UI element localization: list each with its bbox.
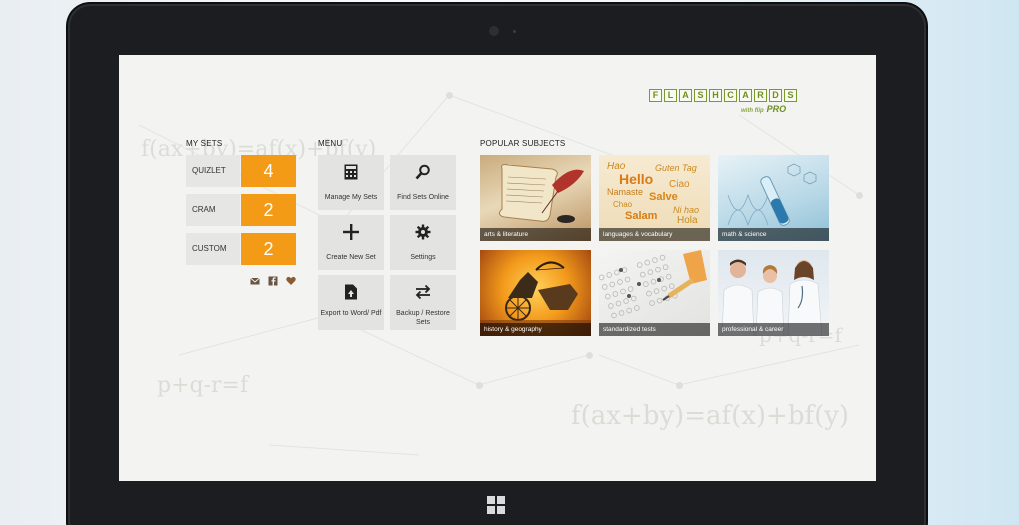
export-word-pdf-button[interactable]: Export to Word/ Pdf bbox=[318, 275, 384, 330]
language-word: Ni hao bbox=[673, 205, 700, 215]
menu-title: MENU bbox=[318, 139, 343, 148]
logo-letter: A bbox=[679, 89, 692, 102]
tile-label: Settings bbox=[410, 254, 436, 261]
subject-caption: languages & vocabulary bbox=[599, 228, 710, 241]
flashcards-logo: F L A S H C A R D S with flip PRO bbox=[649, 89, 797, 114]
subject-tile-arts[interactable]: arts & literature bbox=[480, 155, 591, 241]
tile-label: Manage My Sets bbox=[324, 194, 378, 201]
subject-caption: professional & career bbox=[718, 323, 829, 336]
subject-tile-languages[interactable]: Hao Hello Guten Tag Ciao Namaste Salve C… bbox=[599, 155, 710, 241]
tile-label: Backup / Restore Sets bbox=[396, 310, 450, 326]
logo-letter: S bbox=[784, 89, 797, 102]
manage-sets-button[interactable]: Manage My Sets bbox=[318, 155, 384, 210]
subject-tile-professional[interactable]: professional & career bbox=[718, 250, 829, 336]
app-screen: f(ax+by)=af(x)+bf(y) f(ax+by)=af(x)+bf(y… bbox=[119, 55, 876, 481]
set-name: CRAM bbox=[186, 194, 240, 226]
export-document-icon bbox=[318, 283, 384, 301]
language-word: Ciao bbox=[669, 179, 690, 190]
subject-caption: arts & literature bbox=[480, 228, 591, 241]
set-name: CUSTOM bbox=[186, 233, 240, 265]
calculator-icon bbox=[318, 163, 384, 181]
settings-button[interactable]: Settings bbox=[390, 215, 456, 270]
backup-restore-button[interactable]: Backup / Restore Sets bbox=[390, 275, 456, 330]
background-dot bbox=[446, 92, 453, 99]
tile-label: Create New Set bbox=[326, 254, 376, 261]
logo-letter: C bbox=[724, 89, 737, 102]
language-word: Chao bbox=[613, 200, 633, 209]
subject-caption: math & science bbox=[718, 228, 829, 241]
subject-caption: history & geography bbox=[480, 323, 591, 336]
sensor-dot bbox=[513, 30, 516, 33]
camera-icon bbox=[489, 26, 499, 36]
background-dot bbox=[676, 382, 683, 389]
my-sets-title: MY SETS bbox=[186, 139, 223, 148]
background-dot bbox=[856, 192, 863, 199]
logo-letter: L bbox=[664, 89, 677, 102]
background-dot bbox=[476, 382, 483, 389]
set-name: QUIZLET bbox=[186, 155, 240, 187]
logo-letter: H bbox=[709, 89, 722, 102]
background-dot bbox=[586, 352, 593, 359]
set-count: 2 bbox=[241, 233, 296, 265]
tile-label: Find Sets Online bbox=[397, 194, 449, 201]
language-word: Guten Tag bbox=[655, 163, 697, 173]
logo-letter: F bbox=[649, 89, 662, 102]
logo-letter: A bbox=[739, 89, 752, 102]
swap-arrows-icon bbox=[390, 283, 456, 301]
subject-tile-math-science[interactable]: math & science bbox=[718, 155, 829, 241]
subject-caption: standardized tests bbox=[599, 323, 710, 336]
find-sets-online-button[interactable]: Find Sets Online bbox=[390, 155, 456, 210]
logo-tagline: with flip bbox=[741, 108, 764, 114]
subject-tile-history[interactable]: history & geography bbox=[480, 250, 591, 336]
logo-letter: S bbox=[694, 89, 707, 102]
set-row-quizlet[interactable]: QUIZLET 4 bbox=[186, 155, 296, 187]
language-word: Hola bbox=[677, 215, 698, 226]
plus-icon bbox=[318, 223, 384, 241]
facebook-icon[interactable] bbox=[268, 276, 278, 286]
set-row-cram[interactable]: CRAM 2 bbox=[186, 194, 296, 226]
popular-subjects-title: POPULAR SUBJECTS bbox=[480, 139, 566, 148]
search-icon bbox=[390, 163, 456, 181]
set-count: 4 bbox=[241, 155, 296, 187]
logo-letter: R bbox=[754, 89, 767, 102]
create-new-set-button[interactable]: Create New Set bbox=[318, 215, 384, 270]
logo-subtitle: with flip PRO bbox=[741, 104, 786, 114]
tile-label: Export to Word/ Pdf bbox=[320, 310, 382, 317]
language-word: Salve bbox=[649, 191, 678, 203]
set-count: 2 bbox=[241, 194, 296, 226]
windows-logo-icon[interactable] bbox=[487, 496, 505, 514]
logo-letter: D bbox=[769, 89, 782, 102]
language-word: Hello bbox=[619, 171, 654, 187]
subject-tile-standardized-tests[interactable]: standardized tests bbox=[599, 250, 710, 336]
gear-icon bbox=[390, 223, 456, 241]
mail-icon[interactable] bbox=[250, 276, 260, 286]
heart-icon[interactable] bbox=[286, 276, 296, 286]
set-row-custom[interactable]: CUSTOM 2 bbox=[186, 233, 296, 265]
language-word: Salam bbox=[625, 210, 658, 222]
language-word: Namaste bbox=[607, 187, 644, 197]
logo-pro-label: PRO bbox=[766, 104, 787, 114]
